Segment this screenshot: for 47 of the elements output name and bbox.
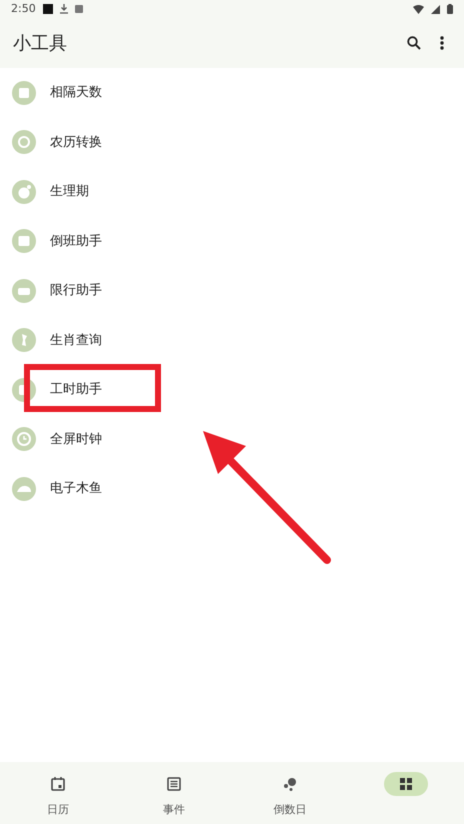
tool-item[interactable]: 全屏时钟 xyxy=(0,414,464,464)
app-title: 小工具 xyxy=(13,32,67,56)
tool-label: 生理期 xyxy=(50,183,89,201)
tool-label: 工时助手 xyxy=(50,381,102,399)
tool-item[interactable]: 工时助手 xyxy=(0,365,464,414)
tool-icon xyxy=(12,80,36,105)
calendar-icon xyxy=(51,777,65,791)
tool-icon xyxy=(12,427,36,452)
notification-icon xyxy=(42,4,53,14)
battery-icon xyxy=(447,4,453,14)
nav-tab[interactable]: 日历 xyxy=(0,762,116,824)
grid-icon xyxy=(399,777,413,791)
tool-icon xyxy=(12,328,36,352)
search-icon xyxy=(407,36,421,50)
status-time: 2:50 xyxy=(11,0,36,17)
tool-item[interactable]: 生肖查询 xyxy=(0,316,464,365)
tool-icon xyxy=(12,180,36,204)
tool-item[interactable]: 限行助手 xyxy=(0,266,464,316)
tool-label: 电子木鱼 xyxy=(50,480,102,498)
app-notification-icon xyxy=(74,5,83,13)
tool-label: 全屏时钟 xyxy=(50,430,102,448)
tool-item[interactable]: 生理期 xyxy=(0,167,464,216)
more-icon xyxy=(440,36,444,50)
tool-icon xyxy=(12,130,36,154)
tool-item[interactable]: 农历转换 xyxy=(0,118,464,167)
tool-item[interactable]: 相隔天数 xyxy=(0,68,464,118)
download-icon xyxy=(60,4,68,14)
nav-label: 倒数日 xyxy=(274,802,306,818)
tool-label: 生肖查询 xyxy=(50,332,102,350)
tool-icon xyxy=(12,229,36,254)
wifi-icon xyxy=(413,4,424,14)
tool-icon xyxy=(12,278,36,303)
tool-icon xyxy=(12,378,36,402)
tool-item[interactable]: 电子木鱼 xyxy=(0,464,464,514)
tool-label: 相隔天数 xyxy=(50,84,102,102)
list-icon xyxy=(167,777,181,791)
nav-tab[interactable]: 事件 xyxy=(116,762,232,824)
tool-label: 农历转换 xyxy=(50,134,102,152)
tool-item[interactable]: 倒班助手 xyxy=(0,216,464,266)
nav-tab[interactable]: 倒数日 xyxy=(232,762,348,824)
dots-icon xyxy=(283,777,297,791)
tool-label: 倒班助手 xyxy=(50,232,102,250)
nav-label: 事件 xyxy=(163,802,185,818)
tool-icon xyxy=(12,476,36,501)
signal-icon xyxy=(431,4,440,14)
tool-label: 限行助手 xyxy=(50,282,102,300)
nav-label: 日历 xyxy=(47,802,69,818)
